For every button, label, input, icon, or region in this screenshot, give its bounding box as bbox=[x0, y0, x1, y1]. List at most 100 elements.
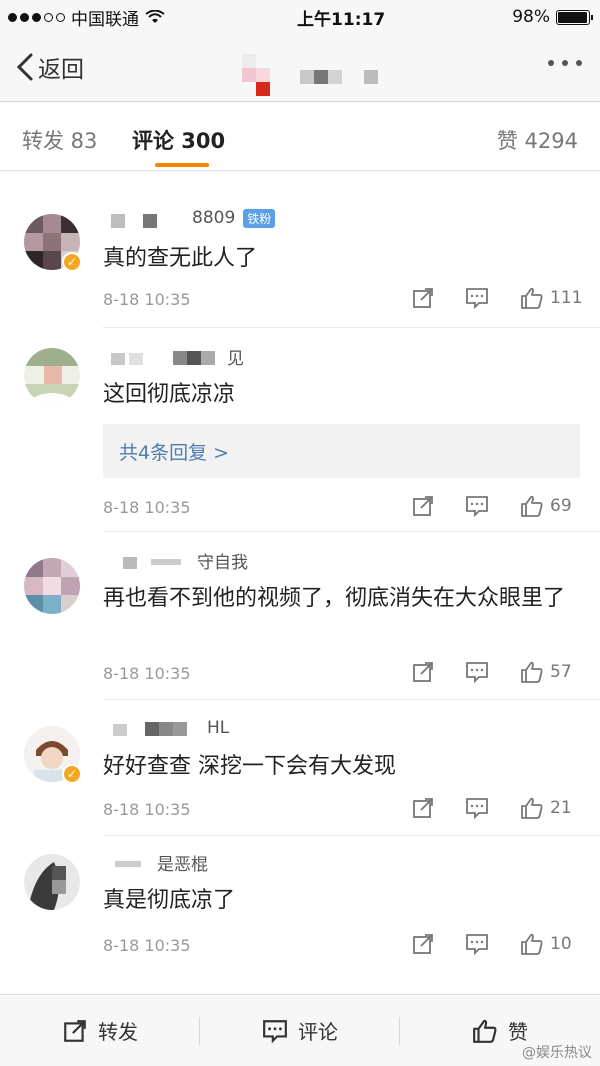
list-item: ✓ HL 好好查查 深挖一下会有大发现 8-18 10:35 21 bbox=[0, 700, 600, 836]
like-count: 111 bbox=[550, 288, 583, 308]
repost-action-button[interactable]: 转发 bbox=[0, 995, 200, 1066]
share-icon bbox=[413, 496, 433, 516]
comment-action-button[interactable]: 评论 bbox=[200, 995, 400, 1066]
list-item: 是恶棍 真是彻底凉了 8-18 10:35 10 bbox=[0, 836, 600, 972]
comment-icon bbox=[466, 288, 488, 310]
comment-text: 好好查查 深挖一下会有大发现 bbox=[103, 754, 396, 779]
like-count: 10 bbox=[550, 934, 572, 954]
author-name-suffix: HL bbox=[207, 718, 230, 738]
thumb-up-icon bbox=[473, 1019, 497, 1043]
nav-bar: 返回 bbox=[0, 34, 600, 102]
like-button[interactable]: 111 bbox=[520, 286, 582, 310]
comment-action-label: 评论 bbox=[298, 1020, 338, 1044]
tab-bar: 转发 83 评论 300 赞 4294 bbox=[0, 103, 600, 171]
share-icon bbox=[413, 798, 433, 818]
comment-icon bbox=[263, 1019, 287, 1043]
wifi-icon bbox=[145, 10, 165, 23]
like-action-label: 赞 bbox=[508, 1020, 528, 1044]
share-icon bbox=[64, 1019, 86, 1042]
verified-badge-icon: ✓ bbox=[62, 252, 82, 272]
like-button[interactable]: 69 bbox=[520, 494, 572, 518]
comment-meta: 8-18 10:35 111 bbox=[103, 286, 600, 316]
like-button[interactable]: 57 bbox=[520, 660, 572, 684]
verified-badge-icon: ✓ bbox=[62, 764, 82, 784]
thumb-up-icon bbox=[521, 933, 543, 955]
comment-meta: 8-18 10:35 57 bbox=[103, 660, 600, 690]
share-icon bbox=[413, 934, 433, 954]
like-count: 21 bbox=[550, 798, 572, 818]
like-button[interactable]: 10 bbox=[520, 932, 572, 956]
battery-icon bbox=[556, 9, 593, 25]
repost-button[interactable] bbox=[411, 286, 435, 310]
back-button[interactable]: 返回 bbox=[16, 50, 84, 84]
comment-text: 这回彻底凉凉 bbox=[103, 382, 236, 407]
reply-button[interactable] bbox=[465, 932, 489, 956]
repost-button[interactable] bbox=[411, 660, 435, 684]
share-icon bbox=[413, 662, 433, 682]
like-count: 69 bbox=[550, 496, 572, 516]
reply-button[interactable] bbox=[465, 796, 489, 820]
comment-author[interactable]: 是恶棍 bbox=[103, 850, 208, 875]
reply-button[interactable] bbox=[465, 286, 489, 310]
avatar[interactable] bbox=[24, 348, 80, 404]
comment-time: 8-18 10:35 bbox=[103, 800, 191, 819]
fan-badge: 铁粉 bbox=[243, 208, 276, 228]
share-icon bbox=[413, 288, 433, 308]
bottom-action-bar: 转发 评论 赞 bbox=[0, 994, 600, 1066]
comment-time: 8-18 10:35 bbox=[103, 664, 191, 683]
comment-time: 8-18 10:35 bbox=[103, 936, 191, 955]
watermark: @娱乐热议 bbox=[522, 1045, 592, 1061]
comment-author[interactable]: 见 bbox=[103, 344, 244, 369]
nav-title-pixelated bbox=[240, 54, 390, 98]
author-name-suffix: 8809 bbox=[192, 208, 236, 228]
comment-text: 真是彻底凉了 bbox=[103, 888, 236, 913]
comment-meta: 8-18 10:35 21 bbox=[103, 796, 600, 826]
battery-percent: 98% bbox=[512, 7, 550, 27]
comment-icon bbox=[466, 662, 488, 684]
repost-button[interactable] bbox=[411, 494, 435, 518]
author-name-suffix: 是恶棍 bbox=[157, 855, 208, 875]
author-name-suffix: 见 bbox=[227, 349, 244, 369]
comment-list[interactable]: ✓ 8809 铁粉 真的查无此人了 8-18 10:35 111 见 这回彻底凉… bbox=[0, 172, 600, 994]
comment-icon bbox=[466, 496, 488, 518]
thumb-up-icon bbox=[521, 287, 543, 309]
reply-button[interactable] bbox=[465, 494, 489, 518]
comment-text: 再也看不到他的视频了，彻底消失在大众眼里了 bbox=[103, 586, 566, 611]
author-name-suffix: 守自我 bbox=[197, 553, 248, 573]
comment-text: 真的查无此人了 bbox=[103, 246, 258, 271]
list-item: 守自我 再也看不到他的视频了，彻底消失在大众眼里了 8-18 10:35 57 bbox=[0, 532, 600, 700]
comment-meta: 8-18 10:35 10 bbox=[103, 932, 600, 962]
reply-summary[interactable]: 共4条回复 > bbox=[103, 424, 580, 478]
avatar[interactable] bbox=[24, 854, 80, 910]
clock: 上午11:17 bbox=[297, 9, 386, 30]
comment-author[interactable]: 8809 铁粉 bbox=[103, 208, 276, 228]
repost-button[interactable] bbox=[411, 932, 435, 956]
thumb-up-icon bbox=[521, 495, 543, 517]
back-chevron-icon bbox=[16, 53, 33, 81]
back-label: 返回 bbox=[38, 57, 84, 83]
active-tab-indicator bbox=[155, 163, 209, 167]
comment-author[interactable]: HL bbox=[103, 718, 229, 738]
avatar[interactable] bbox=[24, 558, 80, 614]
comment-time: 8-18 10:35 bbox=[103, 290, 191, 309]
comment-meta: 8-18 10:35 69 bbox=[103, 494, 600, 524]
comment-icon bbox=[466, 934, 488, 956]
repost-button[interactable] bbox=[411, 796, 435, 820]
status-bar: 中国联通 上午11:17 98% bbox=[0, 0, 600, 34]
tab-likes[interactable]: 赞 4294 bbox=[497, 125, 578, 155]
carrier-name: 中国联通 bbox=[71, 9, 139, 30]
repost-action-label: 转发 bbox=[98, 1020, 138, 1044]
like-button[interactable]: 21 bbox=[520, 796, 572, 820]
tab-comments[interactable]: 评论 300 bbox=[132, 125, 225, 155]
signal-icon bbox=[8, 12, 65, 22]
comment-time: 8-18 10:35 bbox=[103, 498, 191, 517]
thumb-up-icon bbox=[521, 797, 543, 819]
more-icon[interactable] bbox=[548, 60, 582, 66]
reply-button[interactable] bbox=[465, 660, 489, 684]
tab-repost[interactable]: 转发 83 bbox=[22, 125, 97, 155]
list-item: 见 这回彻底凉凉 共4条回复 > 8-18 10:35 69 bbox=[0, 328, 600, 532]
comment-icon bbox=[466, 798, 488, 820]
thumb-up-icon bbox=[521, 661, 543, 683]
like-count: 57 bbox=[550, 662, 572, 682]
comment-author[interactable]: 守自我 bbox=[103, 548, 248, 573]
